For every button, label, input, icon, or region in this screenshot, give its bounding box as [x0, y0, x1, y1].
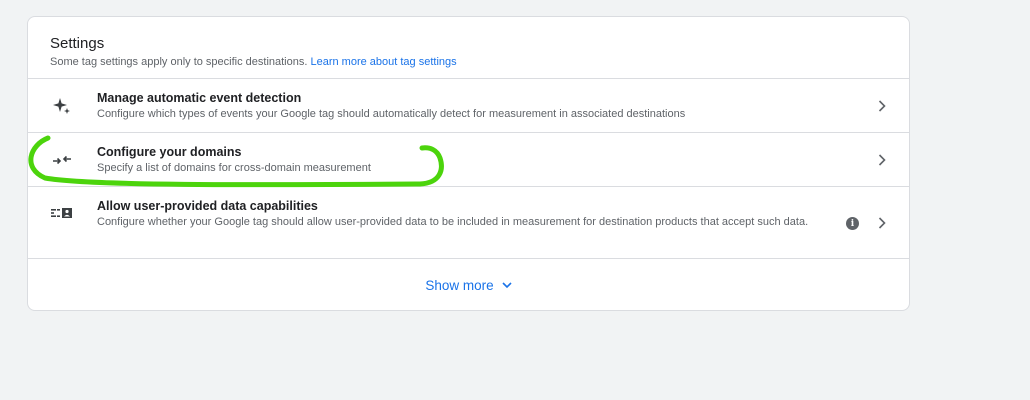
- chevron-down-icon: [502, 282, 512, 289]
- row-description: Configure which types of events your Goo…: [97, 108, 686, 120]
- settings-subtitle: Some tag settings apply only to specific…: [50, 55, 889, 69]
- show-more-button[interactable]: Show more: [28, 258, 909, 312]
- learn-more-link[interactable]: Learn more about tag settings: [310, 56, 456, 68]
- sparkle-icon: [51, 95, 73, 117]
- row-title: Configure your domains: [97, 145, 242, 159]
- chevron-right-icon[interactable]: [875, 216, 889, 230]
- settings-header: Settings Some tag settings apply only to…: [50, 34, 889, 69]
- user-data-icon: [51, 202, 73, 224]
- settings-row-configure-domains[interactable]: Configure your domains Specify a list of…: [28, 132, 909, 186]
- settings-title: Settings: [50, 35, 105, 52]
- settings-subtitle-text: Some tag settings apply only to specific…: [50, 56, 308, 68]
- row-description: Configure whether your Google tag should…: [97, 216, 809, 228]
- chevron-right-icon[interactable]: [875, 99, 889, 113]
- merge-arrows-icon: [51, 149, 73, 171]
- settings-row-automatic-event-detection[interactable]: Manage automatic event detection Configu…: [28, 78, 909, 132]
- chevron-right-icon[interactable]: [875, 153, 889, 167]
- show-more-label: Show more: [425, 278, 494, 293]
- row-description: Specify a list of domains for cross-doma…: [97, 162, 371, 174]
- row-title: Manage automatic event detection: [97, 91, 302, 105]
- row-title: Allow user-provided data capabilities: [97, 199, 318, 213]
- settings-card: Settings Some tag settings apply only to…: [27, 16, 910, 311]
- info-icon[interactable]: i: [846, 217, 859, 230]
- settings-row-user-provided-data[interactable]: Allow user-provided data capabilities Co…: [28, 186, 909, 258]
